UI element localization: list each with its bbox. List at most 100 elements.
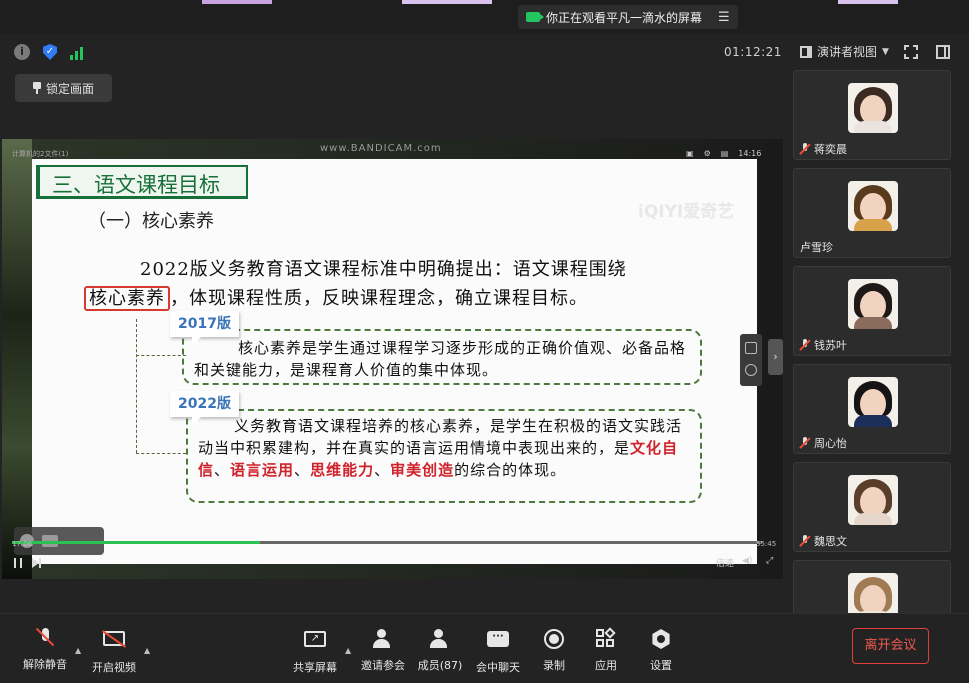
participant-tile[interactable]: 蒋奕晨 xyxy=(793,70,951,160)
fullscreen-icon[interactable] xyxy=(904,45,918,59)
view-mode-button[interactable]: 演讲者视图 ▼ xyxy=(800,43,889,60)
start-video-label: 开启视频 xyxy=(92,661,136,674)
version-tag-2022: 2022版 xyxy=(170,391,239,426)
members-icon xyxy=(430,629,450,649)
tree-connector xyxy=(136,453,186,454)
intro-line-1: 2022版义务教育语文课程标准中明确提出：语文课程围绕 xyxy=(140,259,627,280)
tree-connector xyxy=(136,355,186,356)
chat-button[interactable]: ··· 会中聊天 xyxy=(468,628,528,675)
player-brand-logo: iQIYI爱奇艺 xyxy=(638,202,735,222)
participant-name-text: 周心怡 xyxy=(814,437,847,450)
lock-view-button[interactable]: 锁定画面 xyxy=(15,74,112,102)
recorder-watermark: www.BANDICAM.com xyxy=(320,143,442,154)
video-off-icon xyxy=(103,631,125,646)
camera-icon xyxy=(526,12,544,22)
settings-button[interactable]: 设置 xyxy=(631,628,691,673)
settings-icon[interactable] xyxy=(745,364,757,376)
apps-label: 应用 xyxy=(595,659,617,672)
add-user-icon xyxy=(373,629,393,649)
caption-icon[interactable]: ▤ xyxy=(721,149,729,158)
start-video-button[interactable]: 开启视频 xyxy=(84,628,144,675)
participant-name: 卢雪珍 xyxy=(800,239,833,255)
unmute-button[interactable]: 解除静音 xyxy=(15,628,75,672)
highlight-thinking-ability: 思维能力 xyxy=(310,461,375,479)
participant-tile[interactable] xyxy=(793,560,951,613)
participant-name-text: 卢雪珍 xyxy=(800,241,833,254)
meeting-timer: 01:12:21 xyxy=(724,45,782,59)
participant-tile[interactable]: 卢雪珍 xyxy=(793,168,951,258)
leave-meeting-button[interactable]: 离开会议 xyxy=(852,628,929,664)
video-top-controls: ▣ ⚙ ▤ 14:16 xyxy=(686,149,761,158)
tree-connector xyxy=(136,319,137,453)
layout-toggle-icon[interactable] xyxy=(936,45,950,59)
core-literacy-highlight: 核心素养 xyxy=(84,286,170,311)
gear-icon[interactable]: ⚙ xyxy=(704,149,711,158)
separator: 、 xyxy=(214,461,231,479)
info-icon[interactable]: i xyxy=(14,44,30,60)
record-icon xyxy=(544,629,564,649)
screenshot-icon[interactable]: ▣ xyxy=(686,149,694,158)
invite-label: 邀请参会 xyxy=(361,659,405,672)
mic-off-icon xyxy=(800,339,810,351)
lock-view-label: 锁定画面 xyxy=(45,81,94,96)
share-options-caret[interactable]: ▲ xyxy=(345,646,351,655)
definition-2017-text: 核心素养是学生通过课程学习逐步形成的正确价值观、必备品格和关键能力，是课程育人价… xyxy=(194,339,687,379)
video-controls: 17:06 55:45 倍速 ◀) ⤢ xyxy=(10,540,780,570)
video-duration: 55:45 xyxy=(756,540,777,548)
participant-tile[interactable]: 魏思文 xyxy=(793,462,951,552)
definition-2022-start: 义务教育语文课程培养的核心素养，是学生在积极的语文实践活动当中积累建构，并在真实… xyxy=(198,417,683,457)
video-progress-fill xyxy=(12,541,260,544)
participant-list: 蒋奕晨卢雪珍钱苏叶周心怡魏思文 xyxy=(788,68,969,613)
panel-collapse-handle[interactable]: › xyxy=(768,339,783,375)
volume-icon[interactable]: ◀) xyxy=(742,556,752,566)
record-button[interactable]: 录制 xyxy=(524,628,584,673)
slide-title: 三、语文课程目标 xyxy=(52,173,220,197)
slide-intro: 2022版义务教育语文课程标准中明确提出：语文课程围绕 核心素养 ，体现课程性质，… xyxy=(84,255,728,313)
avatar xyxy=(848,181,898,231)
chat-icon: ··· xyxy=(487,631,509,647)
shared-screen: 计算机的2文件(1) www.BANDICAM.com ▣ ⚙ ▤ 14:16 … xyxy=(2,139,783,579)
participant-tile[interactable]: 周心怡 xyxy=(793,364,951,454)
expand-icon[interactable]: ⤢ xyxy=(766,556,773,566)
participant-name-text: 蒋奕晨 xyxy=(814,143,847,156)
video-options-caret[interactable]: ▲ xyxy=(144,646,150,655)
audio-options-caret[interactable]: ▲ xyxy=(75,646,81,655)
avatar xyxy=(848,377,898,427)
shield-icon[interactable]: ✓ xyxy=(43,44,57,60)
unmute-label: 解除静音 xyxy=(23,658,67,671)
pin-icon xyxy=(32,82,41,94)
record-label: 录制 xyxy=(543,659,565,672)
presentation-slide: 三、语文课程目标 iQIYI爱奇艺 （一）核心素养 2022版义务教育语文课程标… xyxy=(32,159,757,564)
participant-name: 蒋奕晨 xyxy=(800,141,847,157)
mic-off-icon xyxy=(800,535,810,547)
list-icon[interactable]: ☰ xyxy=(718,10,730,25)
chevron-down-icon: ▼ xyxy=(882,46,889,57)
meeting-header: i ✓ 01:12:21 演讲者视图 ▼ xyxy=(0,34,969,70)
video-progress-bar[interactable] xyxy=(12,541,762,544)
slide-subtitle: （一）核心素养 xyxy=(88,211,214,232)
apps-button[interactable]: 应用 xyxy=(576,627,636,673)
signal-icon[interactable] xyxy=(70,44,86,60)
avatar xyxy=(848,573,898,613)
invite-button[interactable]: 邀请参会 xyxy=(353,628,413,673)
player-side-tools xyxy=(740,334,762,386)
members-button[interactable]: 成员(87) xyxy=(410,628,470,673)
participant-name-text: 魏思文 xyxy=(814,535,847,548)
pause-icon[interactable] xyxy=(14,558,22,568)
screen-share-banner: 你正在观看平凡一滴水的屏幕 ☰ xyxy=(518,5,738,29)
playback-speed-button[interactable]: 倍速 xyxy=(716,556,734,569)
definition-2022-end: 的综合的体现。 xyxy=(454,461,567,479)
participant-tile[interactable]: 钱苏叶 xyxy=(793,266,951,356)
apps-icon xyxy=(596,627,616,649)
camera-icon[interactable] xyxy=(745,342,757,354)
share-screen-button[interactable]: ↗ 共享屏幕 xyxy=(285,628,345,675)
highlight-aesthetic-creation: 审美创造 xyxy=(390,461,455,479)
members-label: 成员(87) xyxy=(417,659,463,672)
next-icon[interactable] xyxy=(32,558,41,568)
video-elapsed-time: 17:06 xyxy=(12,540,33,548)
video-file-title: 计算机的2文件(1) xyxy=(12,150,69,158)
share-banner-text: 你正在观看平凡一滴水的屏幕 xyxy=(546,10,703,25)
gear-icon xyxy=(652,629,670,649)
definition-2017-box: 核心素养是学生通过课程学习逐步形成的正确价值观、必备品格和关键能力，是课程育人价… xyxy=(182,329,702,385)
version-tag-2017: 2017版 xyxy=(170,311,239,346)
